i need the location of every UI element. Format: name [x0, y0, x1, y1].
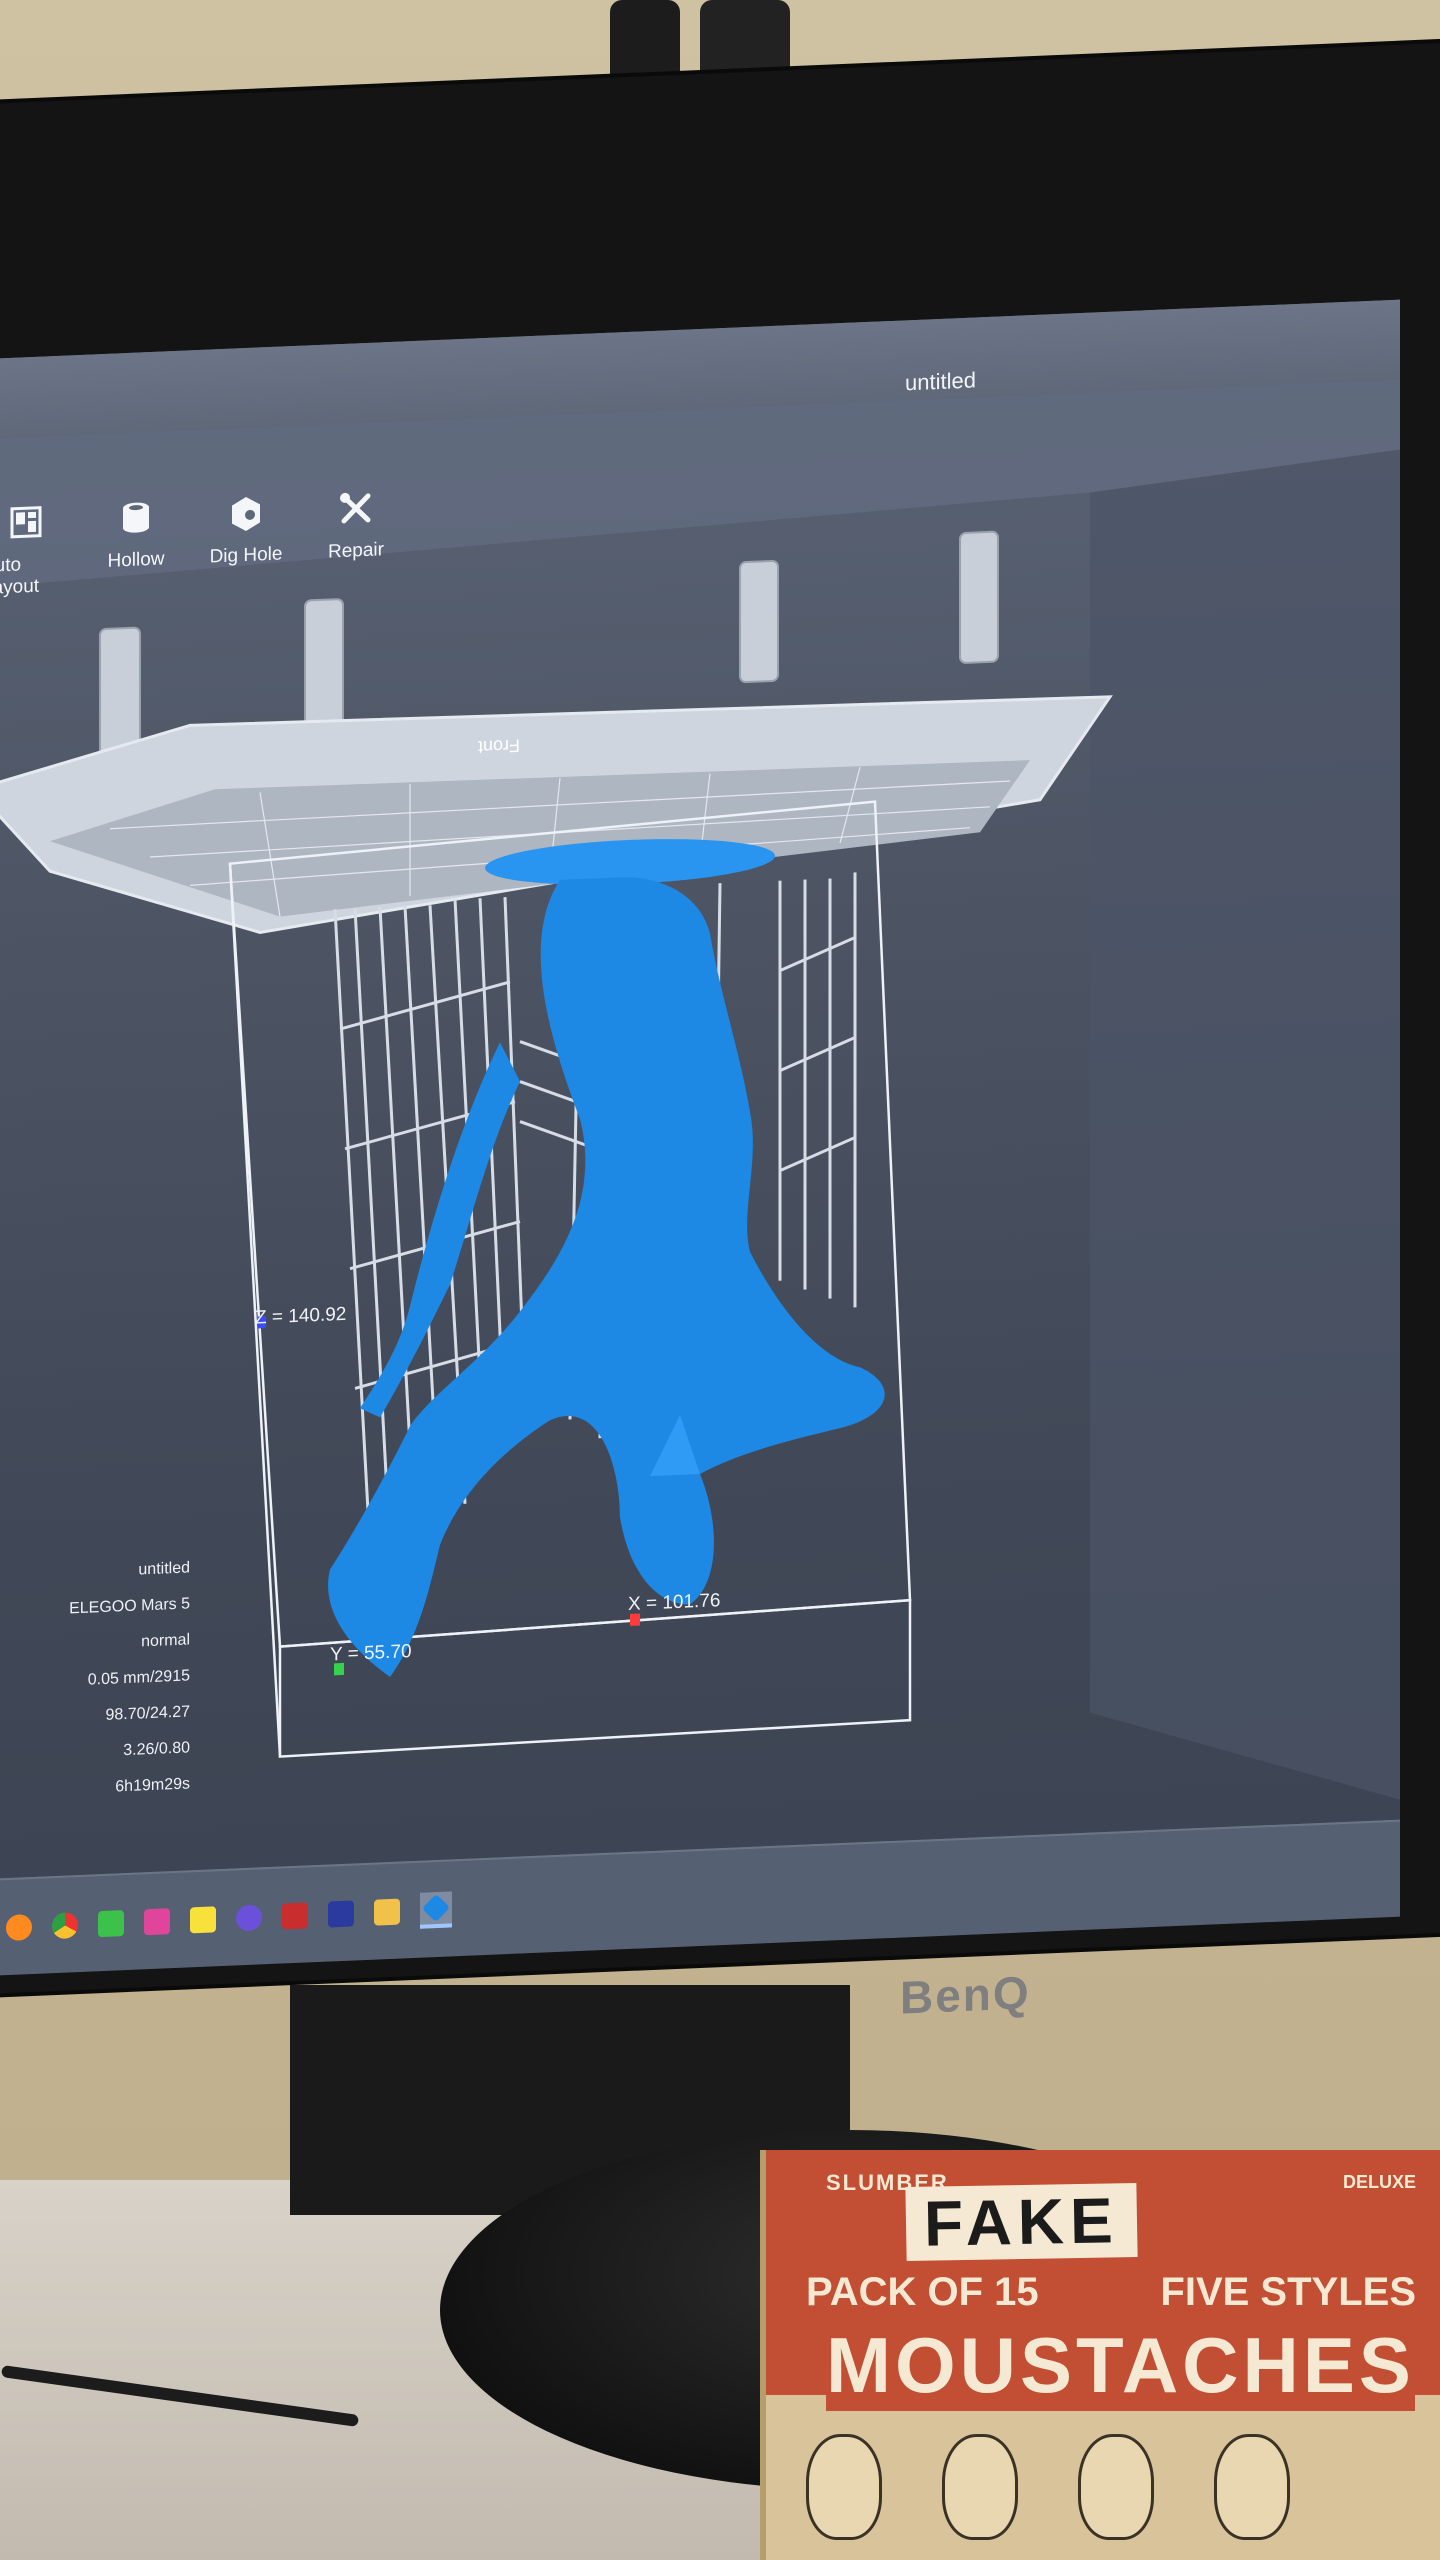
plate-label: Front: [478, 736, 520, 758]
y-dimension: Y = 55.70: [330, 1641, 412, 1666]
monitor: untitled Auto Layout Hollow Dig Hole Rep…: [0, 41, 1440, 2024]
box-pack-count: PACK OF 15: [806, 2270, 1039, 2314]
repair-icon: [340, 492, 371, 524]
moustache-face-illustration: [1214, 2434, 1290, 2540]
info-time: 6h19m29s: [115, 1775, 190, 1796]
notes-icon[interactable]: [190, 1905, 216, 1933]
window-title: untitled: [905, 367, 976, 396]
moustache-face-illustration: [806, 2434, 882, 2540]
x-dimension: X = 101.76: [628, 1590, 721, 1616]
box-label-panel: SLUMBER FAKE DELUXE PACK OF 15 FIVE STYL…: [766, 2150, 1440, 2411]
3d-viewport[interactable]: Front: [0, 485, 1400, 1835]
app-icon[interactable]: [236, 1903, 262, 1931]
moustache-box: SLUMBER FAKE DELUXE PACK OF 15 FIVE STYL…: [760, 2150, 1440, 2560]
print-info-panel: untitled ELEGOO Mars 5 normal 0.05 mm/29…: [20, 1550, 190, 1809]
chitubox-icon: [421, 1893, 451, 1922]
filezilla-icon[interactable]: [282, 1901, 308, 1930]
moustache-face-illustration: [942, 2434, 1018, 2540]
box-illustrations: [806, 2434, 1290, 2540]
folder-icon[interactable]: [374, 1898, 400, 1926]
box-headline: FAKE: [905, 2182, 1138, 2262]
firefox-icon[interactable]: [6, 1913, 32, 1941]
box-styles: FIVE STYLES: [1160, 2270, 1416, 2314]
calendar-icon[interactable]: [144, 1907, 170, 1935]
box-product-word: MOUSTACHES: [826, 2320, 1415, 2411]
moustache-face-illustration: [1078, 2434, 1154, 2540]
dig-hole-icon: [232, 497, 260, 532]
hollow-icon: [123, 502, 149, 533]
monitor-brand-logo: BenQ: [900, 1966, 1031, 2024]
media-player-icon[interactable]: [98, 1909, 124, 1937]
chitubox-taskbar-button[interactable]: [420, 1890, 452, 1929]
layout-icon: [10, 506, 42, 539]
audition-icon[interactable]: [328, 1899, 354, 1928]
z-dimension: Z = 140.92: [255, 1303, 347, 1329]
chrome-icon[interactable]: [52, 1911, 78, 1939]
box-deluxe: DELUXE: [1342, 2172, 1416, 2192]
3d-model[interactable]: [328, 829, 885, 1679]
